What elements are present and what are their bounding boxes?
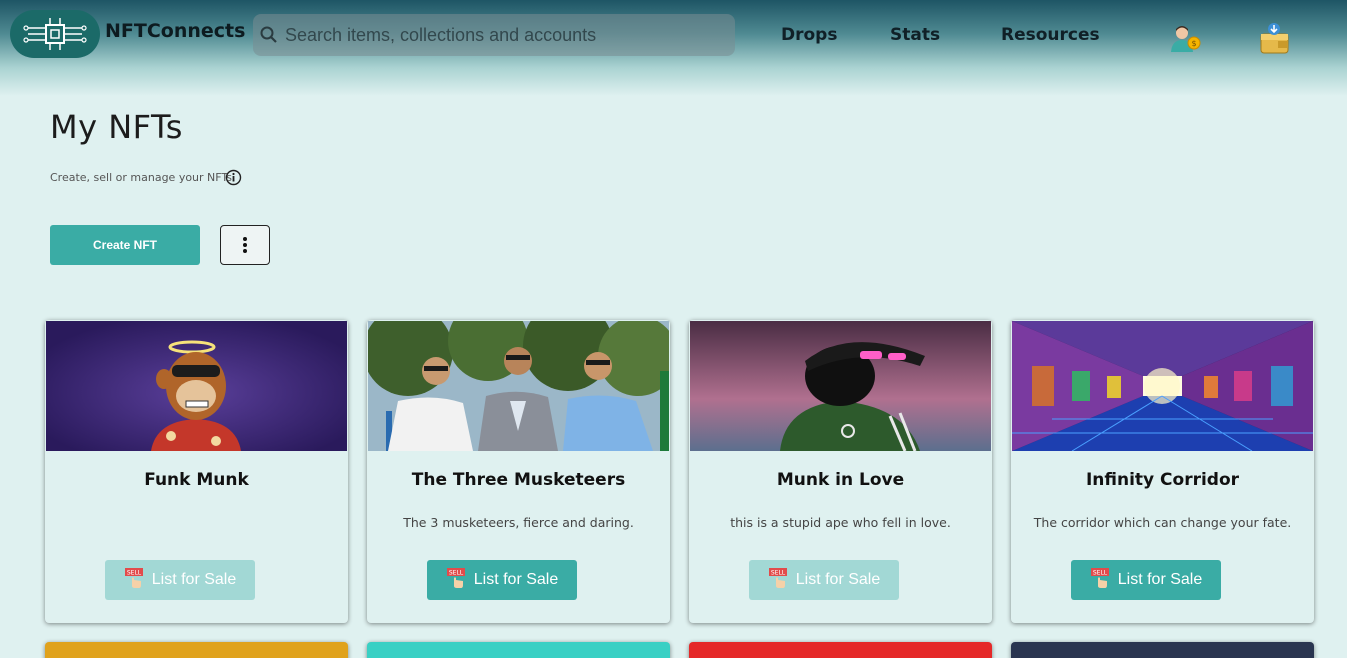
page-subtitle: Create, sell or manage your NFTs. [50, 171, 236, 184]
svg-text:SELL: SELL [127, 569, 142, 576]
list-for-sale-button[interactable]: SELL List for Sale [749, 560, 899, 600]
logo[interactable] [10, 10, 100, 58]
nav-resources[interactable]: Resources [1001, 25, 1100, 45]
profile-icon[interactable]: $ [1168, 24, 1202, 59]
top-navbar: NFTConnects Drops Stats Resources $ [0, 0, 1347, 96]
kebab-menu-icon [243, 237, 247, 253]
nft-card-munk-in-love[interactable]: Munk in Love this is a stupid ape who fe… [689, 320, 992, 623]
brand-name[interactable]: NFTConnects [105, 20, 245, 42]
list-for-sale-button[interactable]: SELL List for Sale [105, 560, 255, 600]
nft-card-three-musketeers[interactable]: The Three Musketeers The 3 musketeers, f… [367, 320, 670, 623]
nft-description: The corridor which can change your fate. [1033, 515, 1292, 530]
nft-card-peek[interactable] [1011, 642, 1314, 658]
nft-title: Infinity Corridor [1085, 470, 1240, 490]
nft-title: The Three Musketeers [411, 470, 626, 490]
sell-hand-icon: SELL [124, 567, 146, 594]
search-bar[interactable] [253, 14, 735, 56]
nft-image-three-musketeers[interactable] [368, 321, 669, 451]
nav-drops[interactable]: Drops [781, 25, 837, 45]
svg-text:$: $ [1191, 39, 1196, 48]
page-title: My NFTs [50, 108, 183, 146]
info-icon[interactable] [225, 169, 242, 191]
nft-card-funk-munk[interactable]: Funk Munk SELL List for Sale [45, 320, 348, 623]
list-for-sale-label: List for Sale [473, 571, 559, 588]
list-for-sale-label: List for Sale [151, 571, 237, 588]
list-for-sale-button[interactable]: SELL List for Sale [427, 560, 577, 600]
nft-title: Funk Munk [144, 470, 249, 490]
circuit-chip-icon [23, 18, 87, 50]
list-for-sale-button[interactable]: SELL List for Sale [1071, 560, 1221, 600]
create-nft-button[interactable]: Create NFT [50, 225, 200, 265]
list-for-sale-label: List for Sale [795, 571, 881, 588]
nft-image-funk-munk[interactable] [46, 321, 347, 451]
sell-hand-icon: SELL [1090, 567, 1112, 594]
nft-card-peek[interactable] [367, 642, 670, 658]
nft-card-infinity-corridor[interactable]: Infinity Corridor The corridor which can… [1011, 320, 1314, 623]
sell-hand-icon: SELL [768, 567, 790, 594]
nft-image-munk-in-love[interactable] [690, 321, 991, 451]
search-icon [260, 26, 277, 43]
svg-text:SELL: SELL [449, 569, 464, 576]
nav-stats[interactable]: Stats [890, 25, 940, 45]
search-input[interactable] [285, 24, 725, 46]
nft-card-peek[interactable] [689, 642, 992, 658]
nft-description: this is a stupid ape who fell in love. [730, 515, 951, 530]
svg-text:SELL: SELL [1093, 569, 1108, 576]
nft-card-peek[interactable] [45, 642, 348, 658]
list-for-sale-label: List for Sale [1117, 571, 1203, 588]
sell-hand-icon: SELL [446, 567, 468, 594]
wallet-icon[interactable] [1258, 22, 1290, 61]
nft-image-infinity-corridor[interactable] [1012, 321, 1313, 451]
svg-text:SELL: SELL [771, 569, 786, 576]
more-options-button[interactable] [220, 225, 270, 265]
nft-title: Munk in Love [776, 470, 905, 490]
nft-description: The 3 musketeers, fierce and daring. [403, 515, 634, 530]
